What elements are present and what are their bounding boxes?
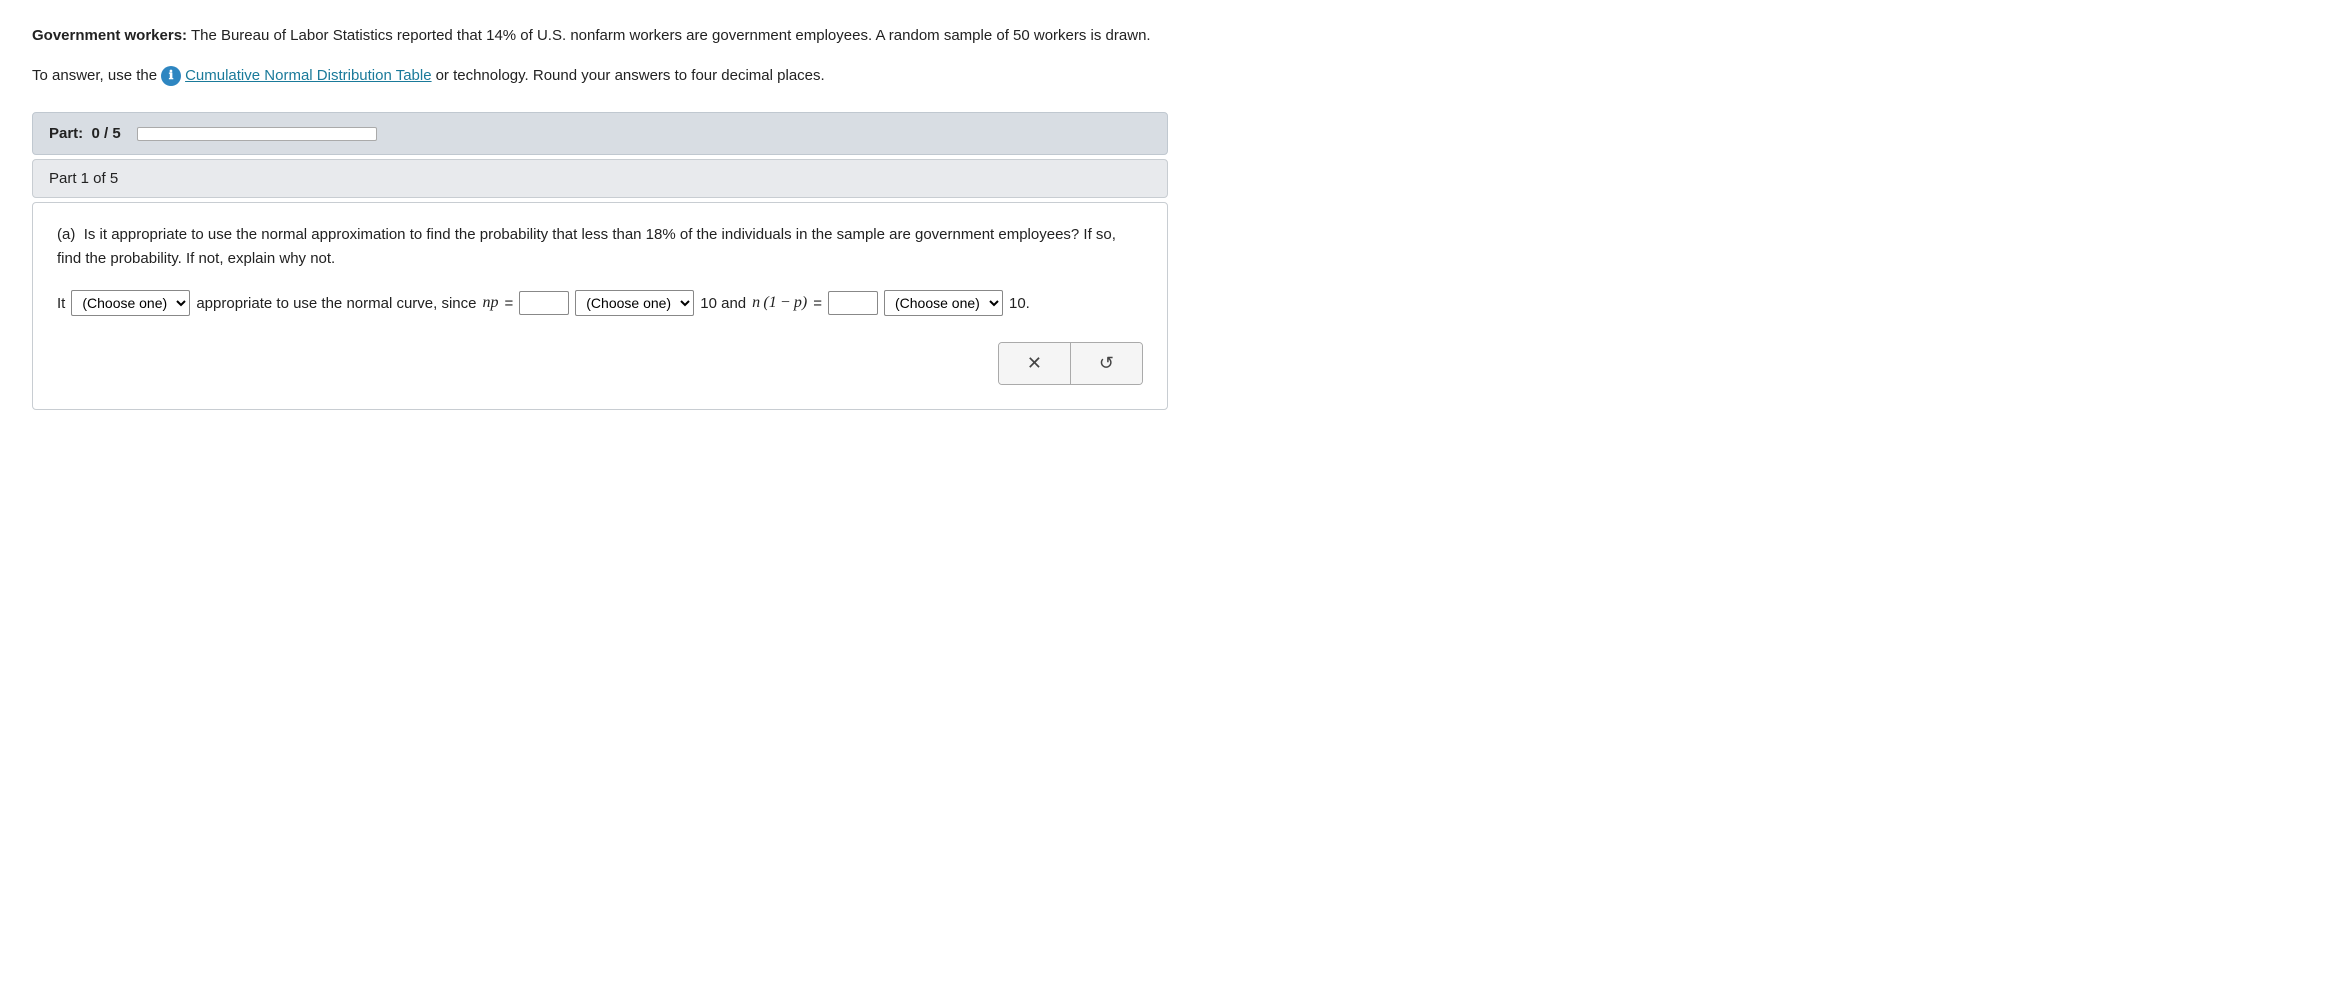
- intro-paragraph: Government workers: The Bureau of Labor …: [32, 24, 1168, 48]
- clear-button[interactable]: ✕: [999, 343, 1071, 384]
- question-body: Is it appropriate to use the normal appr…: [57, 226, 1116, 267]
- progress-bar: [137, 127, 377, 141]
- question-text: (a) Is it appropriate to use the normal …: [57, 223, 1143, 271]
- equals1: =: [505, 290, 514, 317]
- clear-icon: ✕: [1027, 353, 1042, 374]
- condition1-text: 10 and: [700, 290, 746, 317]
- reset-button[interactable]: ↺: [1071, 343, 1142, 384]
- n1-minus-p-formula: n (1 − p): [752, 289, 807, 318]
- it-appropriateness-dropdown[interactable]: (Choose one)isis not: [71, 290, 190, 316]
- answer-row: It (Choose one)isis not appropriate to u…: [57, 289, 1143, 318]
- part-subheader: Part 1 of 5: [32, 159, 1168, 198]
- reset-icon: ↺: [1099, 353, 1114, 374]
- answer-middle-text: appropriate to use the normal curve, sin…: [196, 290, 476, 317]
- n1-minus-p-value-input[interactable]: [828, 291, 878, 315]
- condition2-text: 10.: [1009, 290, 1030, 317]
- instruction-line: To answer, use the ℹ Cumulative Normal D…: [32, 64, 1168, 88]
- intro-bold: Government workers:: [32, 27, 187, 44]
- part-header: Part: 0 / 5: [32, 112, 1168, 155]
- action-btn-group: ✕ ↺: [998, 342, 1143, 385]
- instruction-suffix: or technology. Round your answers to fou…: [436, 64, 825, 88]
- part-label: Part: 0 / 5: [49, 125, 121, 142]
- action-buttons-area: ✕ ↺: [57, 342, 1143, 385]
- n1-minus-p-comparison-dropdown[interactable]: (Choose one)≥≤><: [884, 290, 1003, 316]
- it-label: It: [57, 290, 65, 317]
- np-comparison-dropdown[interactable]: (Choose one)≥≤><: [575, 290, 694, 316]
- question-box: (a) Is it appropriate to use the normal …: [32, 202, 1168, 410]
- np-value-input[interactable]: [519, 291, 569, 315]
- cumulative-normal-table-link[interactable]: Cumulative Normal Distribution Table: [185, 64, 432, 88]
- instruction-prefix: To answer, use the: [32, 64, 157, 88]
- part-subheader-label: Part 1 of 5: [49, 170, 118, 187]
- info-icon[interactable]: ℹ: [161, 66, 181, 86]
- intro-main-text: The Bureau of Labor Statistics reported …: [187, 27, 1151, 44]
- equals2: =: [813, 290, 822, 317]
- question-label: (a): [57, 226, 75, 243]
- np-formula: np: [483, 289, 499, 318]
